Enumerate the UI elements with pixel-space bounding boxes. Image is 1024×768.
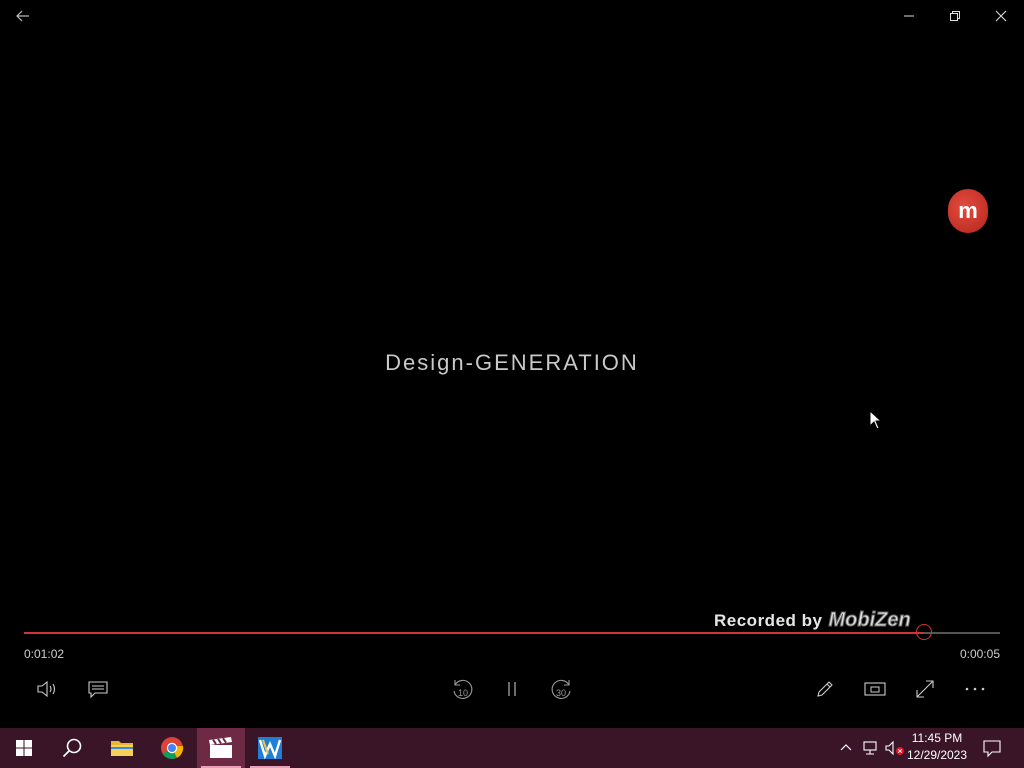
file-explorer-icon xyxy=(111,741,133,756)
more-options-icon xyxy=(965,687,985,691)
taskbar xyxy=(0,728,1024,768)
skip-forward-30-icon: 30 xyxy=(551,679,571,699)
seek-bar[interactable] xyxy=(24,624,1000,640)
movies-tv-icon xyxy=(209,737,232,758)
movies-tv-button[interactable] xyxy=(197,728,245,768)
pencil-icon xyxy=(817,681,833,697)
mobizen-badge-icon: m xyxy=(948,189,988,233)
seek-bar-fill xyxy=(24,632,924,634)
close-button[interactable] xyxy=(978,0,1024,32)
fullscreen-button[interactable] xyxy=(908,673,942,705)
volume-button[interactable] xyxy=(31,673,65,705)
video-editor-button[interactable] xyxy=(246,728,294,768)
video-caption-text: Design-GENERATION xyxy=(385,350,639,375)
show-hidden-icons-chevron-icon[interactable] xyxy=(839,741,853,753)
volume-icon xyxy=(37,680,56,698)
clock-time: 11:45 PM xyxy=(911,731,963,745)
restore-icon xyxy=(950,11,960,21)
recording-watermark: Recorded by MobiZen xyxy=(714,609,911,632)
remaining-time: 0:00:05 xyxy=(959,647,1000,661)
skip-forward-button[interactable]: 30 xyxy=(545,673,579,705)
action-center-icon[interactable] xyxy=(982,738,1002,758)
subtitles-icon xyxy=(88,681,108,699)
fullscreen-icon xyxy=(916,680,934,698)
skip-back-seconds: 10 xyxy=(458,688,468,698)
skip-forward-seconds: 30 xyxy=(556,688,566,698)
watermark-prefix: Recorded by xyxy=(714,611,823,630)
video-surface[interactable]: Design-GENERATION m Recorded by MobiZen xyxy=(0,0,1024,632)
minimize-button[interactable] xyxy=(886,0,932,32)
taskbar-clock[interactable]: 11:45 PM 12/29/2023 xyxy=(902,730,972,764)
watermark-brand: MobiZen xyxy=(828,609,911,632)
badge-letter: m xyxy=(958,198,978,223)
back-button[interactable] xyxy=(0,0,46,32)
back-arrow-icon xyxy=(16,10,29,22)
file-explorer-button[interactable] xyxy=(98,728,146,768)
search-icon xyxy=(62,738,82,758)
seek-bar-thumb[interactable] xyxy=(916,624,932,640)
minimize-icon xyxy=(904,15,914,17)
video-editor-icon xyxy=(258,737,282,760)
mini-view-button[interactable] xyxy=(858,673,892,705)
edit-button[interactable] xyxy=(808,673,842,705)
subtitles-button[interactable] xyxy=(81,673,115,705)
windows-start-icon xyxy=(16,740,32,756)
search-button[interactable] xyxy=(48,728,96,768)
chrome-button[interactable] xyxy=(148,728,196,768)
pause-icon xyxy=(508,682,516,696)
network-icon[interactable] xyxy=(862,740,880,756)
pause-button[interactable] xyxy=(495,673,529,705)
start-button[interactable] xyxy=(0,728,48,768)
clock-date: 12/29/2023 xyxy=(906,748,968,762)
chrome-icon xyxy=(161,737,184,759)
skip-back-button[interactable]: 10 xyxy=(445,673,479,705)
elapsed-time: 0:01:02 xyxy=(24,647,65,661)
more-options-button[interactable] xyxy=(958,673,992,705)
close-icon xyxy=(995,10,1007,22)
mini-view-icon xyxy=(864,682,886,696)
mouse-cursor-icon xyxy=(869,410,883,430)
skip-back-10-icon: 10 xyxy=(453,679,473,699)
restore-button[interactable] xyxy=(932,0,978,32)
